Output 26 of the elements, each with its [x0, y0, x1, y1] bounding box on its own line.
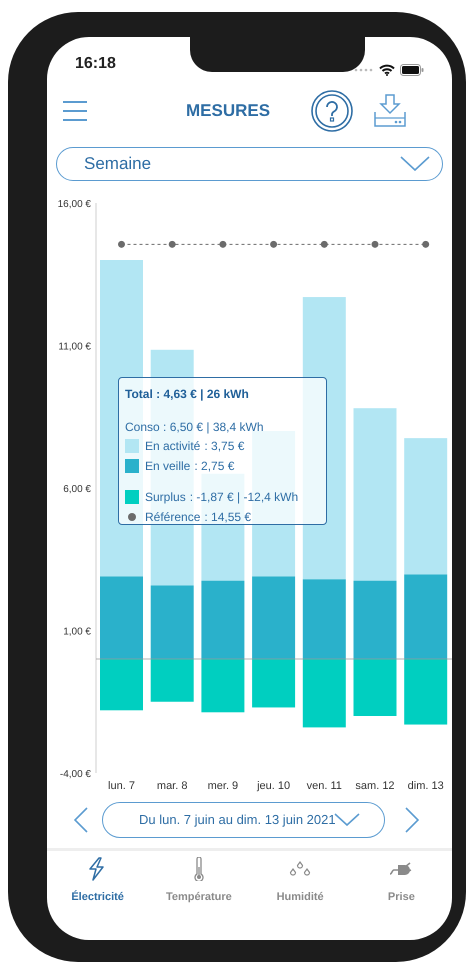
x-axis-label: mer. 9	[208, 780, 238, 792]
legend-label: Référence	[145, 509, 200, 526]
x-axis-label: sam. 12	[355, 780, 395, 792]
legend-value: : 14,55 €	[204, 509, 252, 526]
legend-label: En activité	[145, 438, 200, 455]
y-axis-label: -4,00 €	[60, 769, 91, 780]
x-axis-label: dim. 13	[408, 780, 444, 792]
x-axis-label: lun. 7	[108, 780, 135, 792]
legend-label: Surplus	[145, 489, 186, 506]
page-title: MESURES	[186, 100, 270, 122]
tooltip-conso: Conso : 6,50 € | 38,4 kWh	[125, 419, 265, 436]
tooltip-total: Total : 4,63 € | 26 kWh	[125, 386, 250, 403]
y-axis-label: 11,00 €	[58, 342, 91, 352]
y-axis-label: 6,00 €	[63, 484, 91, 495]
legend-label: En veille	[145, 458, 190, 475]
status-time: 16:18	[75, 54, 116, 74]
period-value: Semaine	[84, 153, 152, 176]
x-axis-label: mar. 8	[156, 780, 188, 792]
y-axis-label: 16,00 €	[58, 199, 91, 210]
y-axis-label: 1,00 €	[63, 626, 91, 638]
legend-value: : 3,75 €	[204, 438, 244, 455]
legend-value: : -1,87 € | -12,4 kWh	[190, 489, 298, 506]
x-axis-label: jeu. 10	[257, 780, 290, 792]
date-range-label: Du lun. 7 juin au dim. 13 juin 2021	[139, 811, 336, 830]
x-axis-label: ven. 11	[306, 780, 342, 792]
legend-value: : 2,75 €	[194, 458, 234, 475]
